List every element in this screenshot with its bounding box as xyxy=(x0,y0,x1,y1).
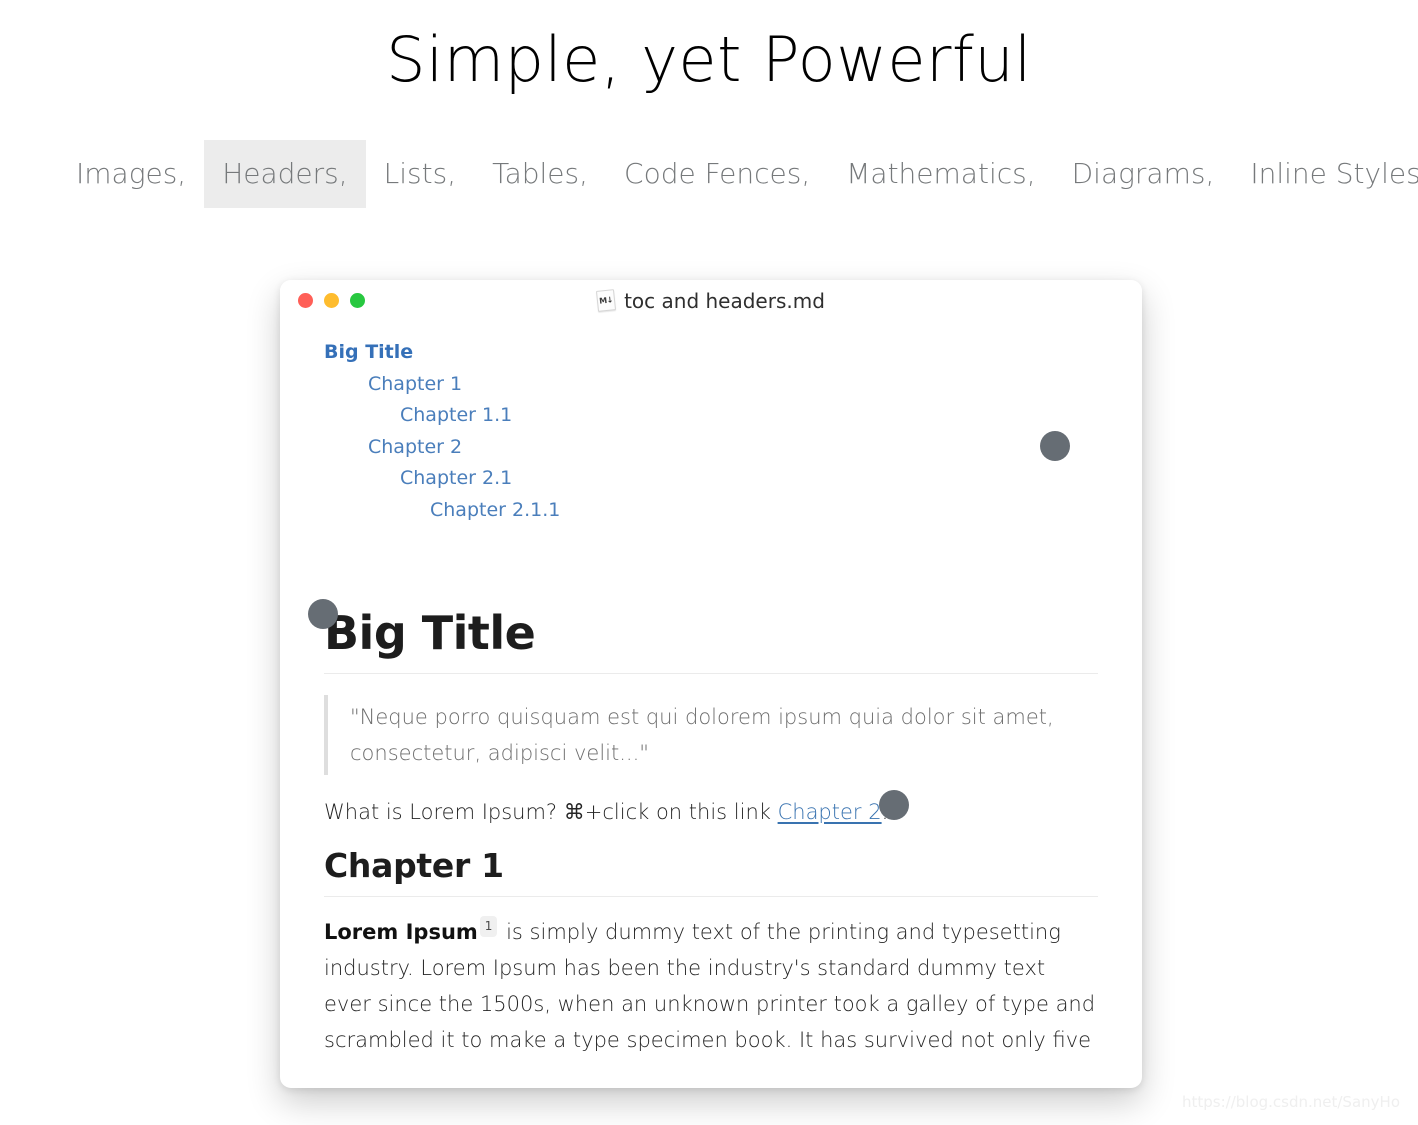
app-window: M↓ toc and headers.md Big Title Chapter … xyxy=(280,280,1142,1088)
page-title: Simple, yet Powerful xyxy=(386,23,1032,96)
window-title-group: M↓ toc and headers.md xyxy=(280,280,1142,321)
app-window-wrapper: M↓ toc and headers.md Big Title Chapter … xyxy=(280,280,1142,1088)
footnote-reference[interactable]: 1 xyxy=(479,915,498,937)
feature-item-mathematics[interactable]: Mathematics, xyxy=(828,140,1053,208)
markdown-file-icon: M↓ xyxy=(596,289,617,312)
table-of-contents: Big Title Chapter 1 Chapter 1.1 Chapter … xyxy=(324,337,1098,526)
body-paragraph: Lorem Ipsum 1 is simply dummy text of the… xyxy=(324,914,1098,1058)
feature-item-headers[interactable]: Headers, xyxy=(204,140,366,209)
chapter-2-link[interactable]: Chapter 2 xyxy=(778,800,882,824)
blockquote-text: "Neque porro quisquam est qui dolorem ip… xyxy=(350,704,1054,765)
document-heading-1: Big Title xyxy=(324,606,536,660)
heading-1-rule xyxy=(324,672,1098,674)
feature-item-code-fences[interactable]: Code Fences, xyxy=(606,140,828,208)
body-bold-lead: Lorem Ipsum xyxy=(324,919,478,944)
link-paragraph: What is Lorem Ipsum? ⌘+click on this lin… xyxy=(324,794,1098,830)
link-paragraph-prefix: What is Lorem Ipsum? ⌘+click on this lin… xyxy=(324,799,778,824)
heading-2-rule xyxy=(324,895,1098,897)
toc-item-big-title[interactable]: Big Title xyxy=(324,337,1098,369)
toc-item-chapter-1[interactable]: Chapter 1 xyxy=(324,369,1098,401)
toc-item-chapter-1-1[interactable]: Chapter 1.1 xyxy=(324,400,1098,432)
link-paragraph-suffix: . xyxy=(881,799,889,824)
feature-item-images[interactable]: Images, xyxy=(58,140,204,208)
feature-item-inline-styles[interactable]: Inline Styles. xyxy=(1232,140,1418,208)
feature-item-tables[interactable]: Tables, xyxy=(474,140,606,208)
toc-item-chapter-2[interactable]: Chapter 2 xyxy=(324,432,1098,464)
document-body: Big Title Chapter 1 Chapter 1.1 Chapter … xyxy=(280,321,1142,1088)
window-titlebar: M↓ toc and headers.md xyxy=(280,280,1142,321)
toc-item-chapter-2-1[interactable]: Chapter 2.1 xyxy=(324,463,1098,495)
feature-item-lists[interactable]: Lists, xyxy=(366,140,474,208)
toc-item-chapter-2-1-1[interactable]: Chapter 2.1.1 xyxy=(324,495,1098,527)
maximize-button[interactable] xyxy=(350,293,365,308)
traffic-lights xyxy=(280,293,365,308)
minimize-button[interactable] xyxy=(324,293,339,308)
blockquote: "Neque porro quisquam est qui dolorem ip… xyxy=(324,694,1098,775)
markdown-file-icon-glyph: M↓ xyxy=(598,295,614,306)
document-heading-2: Chapter 1 xyxy=(324,845,504,885)
window-title: toc and headers.md xyxy=(624,288,825,313)
feature-item-diagrams[interactable]: Diagrams, xyxy=(1054,140,1233,208)
feature-nav: Images, Headers, Lists, Tables, Code Fen… xyxy=(0,138,1418,210)
close-button[interactable] xyxy=(298,293,313,308)
watermark: https://blog.csdn.net/SanyHo xyxy=(1181,1093,1400,1111)
